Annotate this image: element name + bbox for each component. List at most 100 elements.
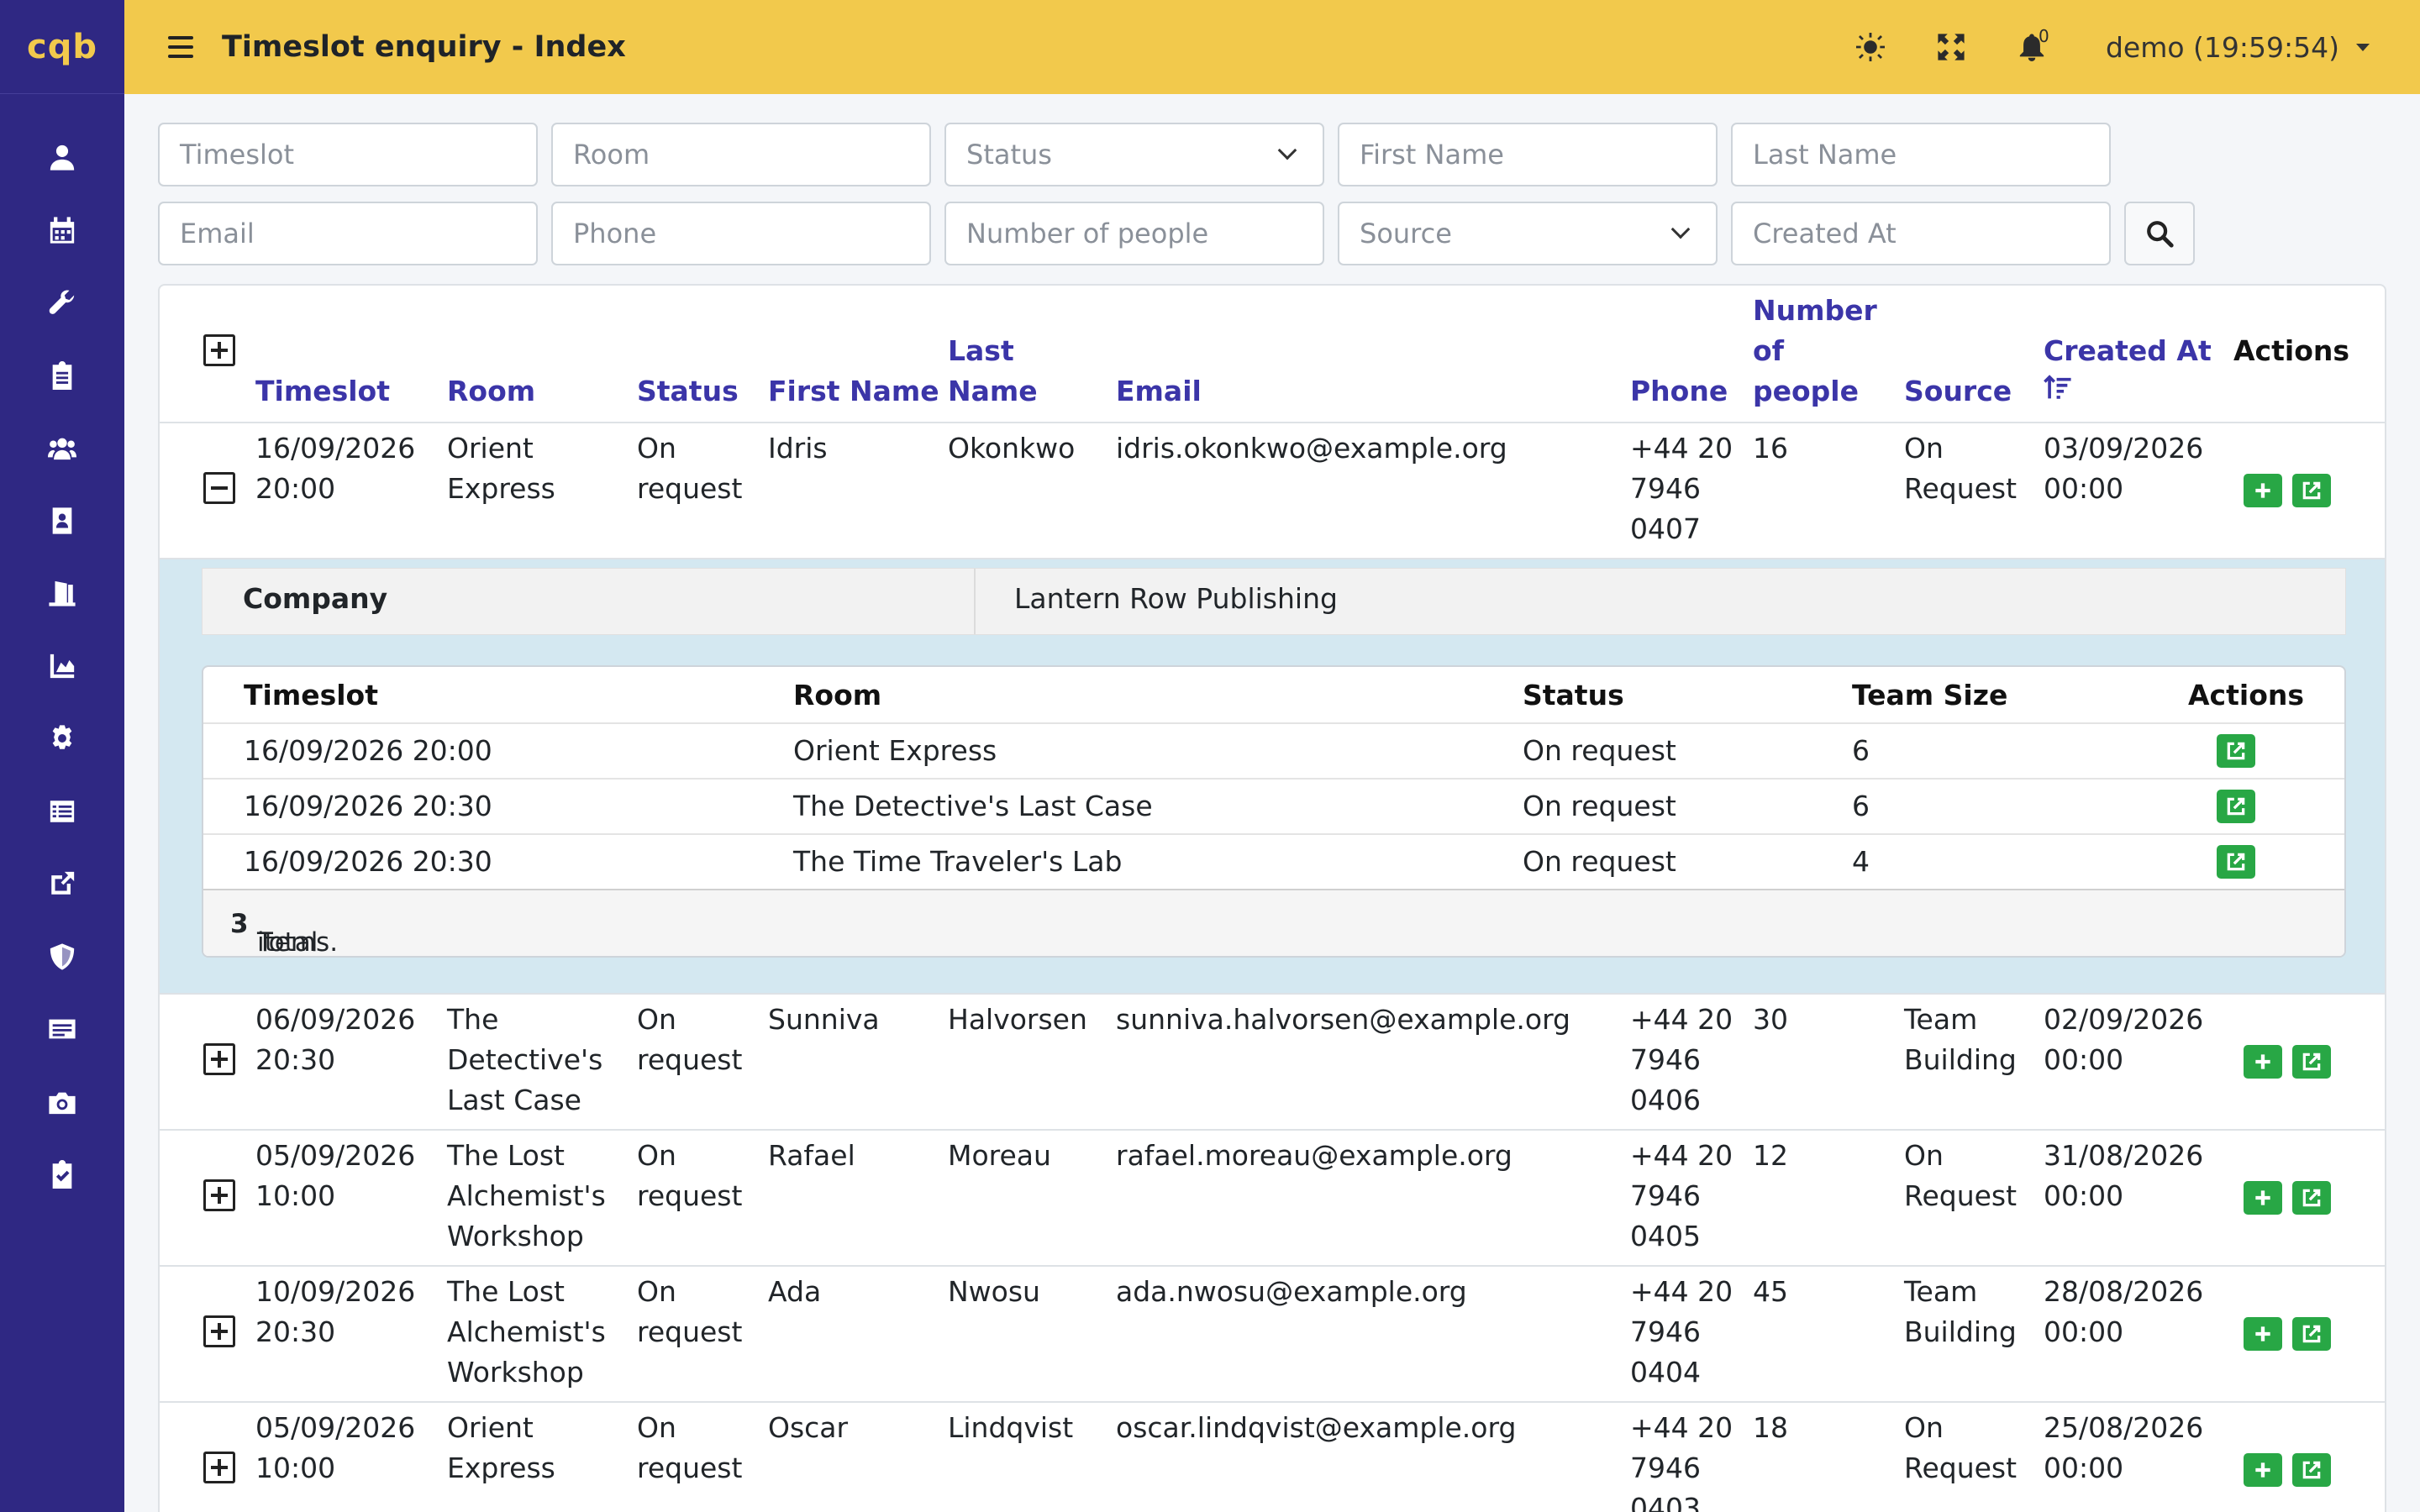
table-row: 05/09/2026 10:00 The Lost Alchemist's Works… [160, 1131, 2385, 1267]
sidebar-item-tasks[interactable] [0, 1138, 124, 1211]
menu-toggle-icon[interactable] [168, 36, 193, 58]
col-source[interactable]: Source [1904, 371, 2012, 412]
sidebar-item-bookings[interactable] [0, 339, 124, 412]
collapse-row-icon[interactable] [203, 472, 235, 504]
sub-col-actions: Actions [2188, 679, 2304, 711]
add-button[interactable] [2244, 1317, 2282, 1351]
sidebar-item-users[interactable] [0, 121, 124, 194]
enquiry-table-card: Timeslot Room Status First Name Last Nam… [158, 284, 2386, 1512]
expand-row-icon[interactable] [203, 1043, 235, 1075]
room-filter-input[interactable]: Room [551, 123, 931, 186]
app-logo[interactable]: cqb [0, 0, 124, 94]
door-icon [49, 581, 76, 606]
phone-filter-input[interactable]: Phone [551, 202, 931, 265]
open-timeslot-button[interactable] [2217, 790, 2255, 823]
notification-count: 0 [2038, 26, 2049, 46]
sidebar-item-calendar[interactable] [0, 194, 124, 267]
sub-table-row: 16/09/2026 20:30 The Time Traveler's Lab… [203, 833, 2344, 889]
open-timeslot-button[interactable] [2217, 734, 2255, 768]
sidebar-item-links[interactable] [0, 848, 124, 921]
open-button[interactable] [2292, 474, 2331, 507]
people-filter-input[interactable]: Number of people [944, 202, 1324, 265]
caret-down-icon [2356, 43, 2370, 51]
external-link-icon [2302, 481, 2321, 500]
col-actions: Actions [2233, 334, 2349, 367]
sub-table-summary: Total 3 items. [203, 889, 2344, 956]
user-menu[interactable]: demo (19:59:54) [2106, 31, 2370, 64]
chart-area-icon [50, 654, 75, 678]
col-room[interactable]: Room [447, 371, 535, 412]
theme-toggle-button[interactable] [1830, 33, 1911, 61]
timeslot-filter-input[interactable]: Timeslot [158, 123, 538, 186]
cell-email: idris.okonkwo@example.org [1116, 432, 1507, 465]
sidebar-item-security[interactable] [0, 921, 124, 994]
fullscreen-button[interactable] [1911, 33, 1991, 61]
sidebar-item-rooms[interactable] [0, 557, 124, 630]
list-icon [50, 801, 75, 822]
external-link-icon [2302, 1325, 2321, 1343]
email-filter-input[interactable]: Email [158, 202, 538, 265]
table-header-row: Timeslot Room Status First Name Last Nam… [160, 286, 2385, 423]
open-button[interactable] [2292, 1181, 2331, 1215]
expand-row-icon[interactable] [203, 1315, 235, 1347]
user-icon [50, 145, 75, 171]
external-link-icon [2302, 1461, 2321, 1479]
last-name-filter-input[interactable]: Last Name [1731, 123, 2111, 186]
external-link-icon [2302, 1053, 2321, 1071]
plus-icon [2255, 483, 2270, 498]
calendar-icon [50, 217, 75, 244]
sidebar-item-customers[interactable] [0, 412, 124, 485]
sidebar-item-lists[interactable] [0, 775, 124, 848]
open-button[interactable] [2292, 1453, 2331, 1487]
sub-cell-status: On request [1523, 845, 1676, 878]
notifications-button[interactable]: 0 [1991, 26, 2072, 61]
company-label: Company [243, 582, 388, 615]
sub-col-status: Status [1523, 679, 1624, 711]
sidebar-item-reports[interactable] [0, 630, 124, 703]
cell-room: Orient Express [447, 432, 555, 505]
sidebar-item-photos[interactable] [0, 1066, 124, 1139]
col-status[interactable]: Status [637, 371, 739, 412]
add-button[interactable] [2244, 1453, 2282, 1487]
search-button[interactable] [2124, 202, 2195, 265]
expand-row-icon[interactable] [203, 1179, 235, 1211]
sidebar: cqb [0, 0, 124, 1512]
company-value: Lantern Row Publishing [1014, 582, 1338, 615]
col-timeslot[interactable]: Timeslot [255, 371, 390, 412]
created-at-filter-input[interactable]: Created At [1731, 202, 2111, 265]
sun-icon [1855, 33, 1885, 61]
sidebar-item-settings[interactable] [0, 702, 124, 775]
camera-icon [49, 1092, 76, 1114]
open-timeslot-button[interactable] [2217, 845, 2255, 879]
user-label: demo (19:59:54) [2105, 30, 2339, 64]
search-icon [2147, 221, 2174, 248]
open-button[interactable] [2292, 1317, 2331, 1351]
expand-row-icon[interactable] [203, 1452, 235, 1483]
add-button[interactable] [2244, 474, 2282, 507]
shield-icon [50, 943, 75, 970]
sidebar-item-vouchers[interactable] [0, 993, 124, 1066]
cell-timeslot: 16/09/2026 20:00 [255, 432, 416, 505]
col-last-name[interactable]: Last Name [948, 331, 1038, 412]
table-row: 16/09/2026 20:00 Orient Express On request … [160, 423, 2385, 559]
expand-icon [1938, 34, 1965, 60]
source-filter-select[interactable]: Source [1338, 202, 1718, 265]
sub-cell-team-size: 4 [1852, 845, 1870, 878]
col-phone[interactable]: Phone [1630, 371, 1728, 412]
first-name-filter-input[interactable]: First Name [1338, 123, 1718, 186]
open-button[interactable] [2292, 1045, 2331, 1079]
clipboard-check-icon [52, 1160, 72, 1189]
sidebar-item-tools[interactable] [0, 266, 124, 339]
status-filter-select[interactable]: Status [944, 123, 1324, 186]
expand-all-icon[interactable] [203, 334, 235, 366]
sidebar-item-contacts[interactable] [0, 485, 124, 558]
page-title: Timeslot enquiry - Index [222, 30, 626, 64]
sub-cell-timeslot: 16/09/2026 20:00 [244, 734, 492, 767]
add-button[interactable] [2244, 1181, 2282, 1215]
col-email[interactable]: Email [1116, 371, 1202, 412]
col-created-at[interactable]: Created At [2044, 331, 2212, 414]
col-first-name[interactable]: First Name [768, 371, 939, 412]
add-button[interactable] [2244, 1045, 2282, 1079]
cell-last-name: Okonkwo [948, 432, 1076, 465]
col-people[interactable]: Number of people [1753, 291, 1877, 412]
